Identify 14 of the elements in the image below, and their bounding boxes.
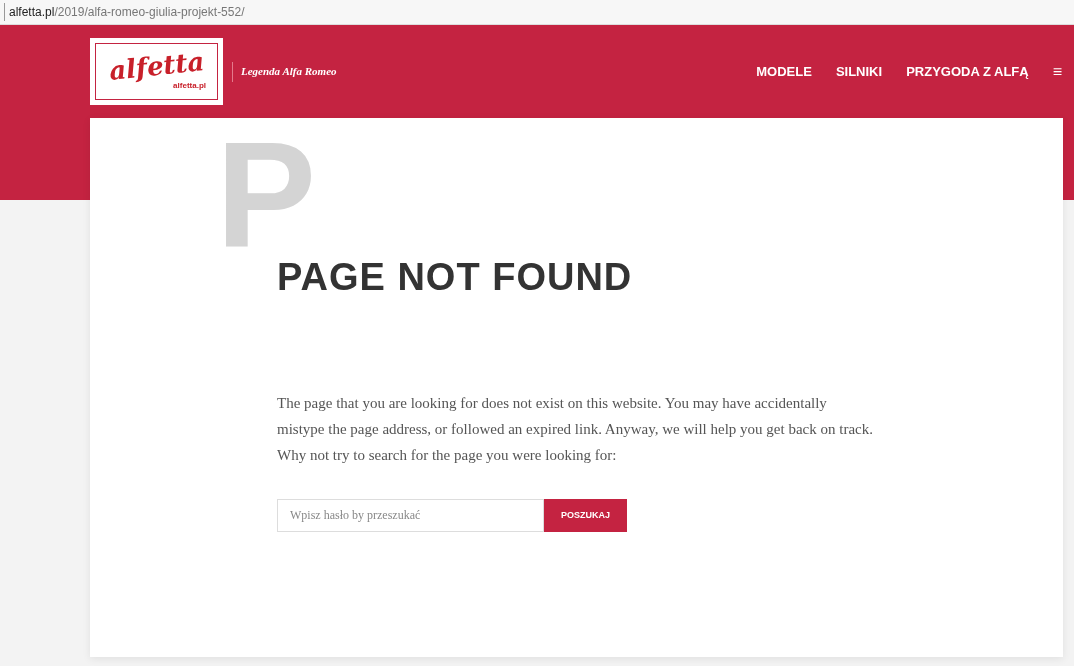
error-message: The page that you are looking for does not exist on this website. You may have accidentally mistype the page address, or followed an expired link. Anyway, we will help you get back on track. Why not try to search for the page you were looking for: — [277, 394, 874, 465]
address-bar[interactable]: alfetta.pl/2019/alfa-romeo-giulia-projekt-552/ — [0, 0, 1074, 25]
url-path: /2019/alfa-romeo-giulia-projekt-552/ — [54, 4, 245, 21]
nav-link[interactable]: MODELE — [756, 61, 812, 82]
menu-button[interactable]: ≡ — [1052, 59, 1062, 84]
search-field[interactable]: Wpisz hasło by przeszukać — [277, 499, 544, 532]
tagline: Legenda Alfa Romeo — [241, 64, 337, 80]
url-domain: alfetta.pl — [4, 3, 55, 21]
search-button[interactable]: POSZUKAJ — [544, 499, 627, 532]
logo-domain: alfetta.pl — [173, 80, 206, 92]
nav-link[interactable]: SILNIKI — [835, 61, 883, 82]
page-title: PAGE NOT FOUND — [277, 255, 633, 300]
nav-link[interactable]: PRZYGODA Z ALFĄ — [906, 61, 1029, 82]
logo[interactable]: alfetta alfetta.pl — [90, 38, 223, 105]
